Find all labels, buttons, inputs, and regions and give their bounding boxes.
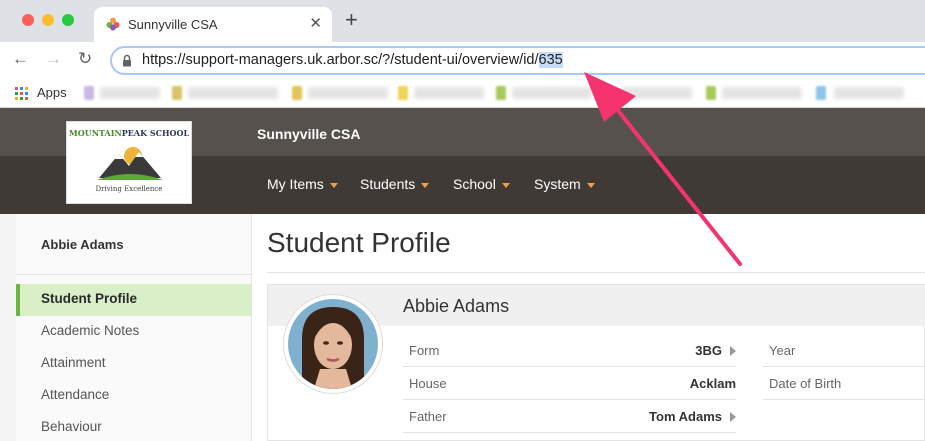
chevron-down-icon xyxy=(329,182,338,188)
field-label: Year xyxy=(769,343,796,358)
school-logo[interactable]: MOUNTAINPEAK SCHOOL Driving Excellence xyxy=(66,121,192,204)
student-photo xyxy=(288,299,378,389)
field-date-of-birth: Date of Birth xyxy=(763,367,925,400)
menu-system[interactable]: System xyxy=(534,176,595,192)
blurred-bookmark-icon[interactable] xyxy=(292,86,302,100)
field-house: House Acklam xyxy=(403,367,736,400)
avatar[interactable] xyxy=(283,294,383,394)
browser-toolbar: ← → ↻ https://support-managers.uk.arbor.… xyxy=(0,42,925,78)
lock-icon xyxy=(123,54,131,67)
back-icon[interactable]: ← xyxy=(12,49,29,69)
field-label: House xyxy=(409,376,447,391)
browser-tab-strip: Sunnyville CSA ✕ + xyxy=(0,0,925,42)
chevron-down-icon xyxy=(501,182,510,188)
blurred-bookmark-icon[interactable] xyxy=(816,86,826,100)
screenshot: Sunnyville CSA ✕ + ← → ↻ https://support… xyxy=(0,0,925,441)
menu-label: Students xyxy=(360,176,416,192)
blurred-bookmark[interactable] xyxy=(512,87,592,99)
menu-students[interactable]: Students xyxy=(360,176,430,192)
blurred-bookmark[interactable] xyxy=(834,87,904,99)
logo-wordmark-a: MOUNTAIN xyxy=(68,128,122,138)
favicon-icon xyxy=(106,17,120,31)
address-bar[interactable]: https://support-managers.uk.arbor.sc/?/s… xyxy=(110,46,925,75)
chevron-down-icon xyxy=(421,182,430,188)
menu-label: System xyxy=(534,176,581,192)
blurred-bookmark[interactable] xyxy=(620,87,692,99)
field-label: Form xyxy=(409,343,440,358)
blurred-bookmark-icon[interactable] xyxy=(84,86,94,100)
reload-icon[interactable]: ↻ xyxy=(78,49,92,69)
sidebar-item-academic-notes[interactable]: Academic Notes xyxy=(16,316,251,348)
site-title: Sunnyville CSA xyxy=(257,126,361,142)
sidebar-item-attainment[interactable]: Attainment xyxy=(16,348,251,380)
close-tab-icon[interactable]: ✕ xyxy=(309,14,322,32)
zoom-window-button[interactable] xyxy=(62,14,74,26)
tab-title: Sunnyville CSA xyxy=(128,17,218,32)
title-divider xyxy=(267,272,925,273)
field-value: 3BG xyxy=(695,343,722,358)
sidebar-divider xyxy=(16,274,252,275)
profile-name: Abbie Adams xyxy=(403,296,510,316)
logo-wordmark: MOUNTAINPEAK SCHOOL xyxy=(67,128,191,138)
caret-right-icon xyxy=(730,346,736,356)
sidebar-item-label: Attainment xyxy=(41,355,106,370)
field-father[interactable]: Father Tom Adams xyxy=(403,400,736,433)
caret-right-icon xyxy=(730,412,736,422)
page-title: Student Profile xyxy=(267,227,451,258)
sidebar-item-label: Attendance xyxy=(41,387,110,402)
url-student-id: 635 xyxy=(538,52,563,68)
url-path: https://support-managers.uk.arbor.sc/?/s… xyxy=(142,52,539,68)
apps-grid-icon xyxy=(15,87,28,100)
blurred-bookmark-icon[interactable] xyxy=(706,86,716,100)
profile-card: Abbie Adams Form 3BG House Acklam Father… xyxy=(267,284,925,441)
menu-my-items[interactable]: My Items xyxy=(267,176,338,192)
logo-wordmark-b: PEAK SCHOOL xyxy=(121,128,190,138)
sidebar-item-label: Academic Notes xyxy=(41,323,140,338)
logo-tagline: Driving Excellence xyxy=(95,185,163,193)
menu-label: My Items xyxy=(267,176,324,192)
blurred-bookmark[interactable] xyxy=(722,87,802,99)
student-sidebar: Abbie Adams Student Profile Academic Not… xyxy=(16,214,252,441)
url-text[interactable]: https://support-managers.uk.arbor.sc/?/s… xyxy=(142,52,563,68)
field-label: Father xyxy=(409,409,447,424)
blurred-bookmark[interactable] xyxy=(188,87,278,99)
sidebar-item-behaviour[interactable]: Behaviour xyxy=(16,412,251,441)
forward-icon[interactable]: → xyxy=(45,49,62,69)
sidebar-item-attendance[interactable]: Attendance xyxy=(16,380,251,412)
browser-tab[interactable]: Sunnyville CSA ✕ xyxy=(94,7,332,42)
mountain-icon xyxy=(97,147,163,180)
blurred-bookmark-icon[interactable] xyxy=(172,86,182,100)
sidebar-student-name: Abbie Adams xyxy=(41,237,124,252)
blurred-bookmark-icon[interactable] xyxy=(496,86,506,100)
apps-bookmark[interactable]: Apps xyxy=(37,85,67,100)
menu-school[interactable]: School xyxy=(453,176,510,192)
minimize-window-button[interactable] xyxy=(42,14,54,26)
menu-label: School xyxy=(453,176,496,192)
field-value: Tom Adams xyxy=(649,409,722,424)
field-form[interactable]: Form 3BG xyxy=(403,334,736,367)
sidebar-item-label: Student Profile xyxy=(41,291,138,306)
sidebar-item-label: Behaviour xyxy=(41,419,102,434)
field-year: Year xyxy=(763,334,925,367)
blurred-bookmark-icon[interactable] xyxy=(398,86,408,100)
sidebar-item-student-profile[interactable]: Student Profile xyxy=(16,284,251,316)
field-value: Acklam xyxy=(689,376,736,391)
new-tab-button[interactable]: + xyxy=(345,9,358,31)
bookmarks-bar: Apps xyxy=(0,78,925,108)
blurred-bookmark[interactable] xyxy=(308,87,388,99)
close-window-button[interactable] xyxy=(22,14,34,26)
field-label: Date of Birth xyxy=(769,376,842,391)
sidebar-gutter xyxy=(0,214,16,441)
chevron-down-icon xyxy=(586,182,595,188)
blurred-bookmark[interactable] xyxy=(100,87,160,99)
blurred-bookmark[interactable] xyxy=(414,87,484,99)
